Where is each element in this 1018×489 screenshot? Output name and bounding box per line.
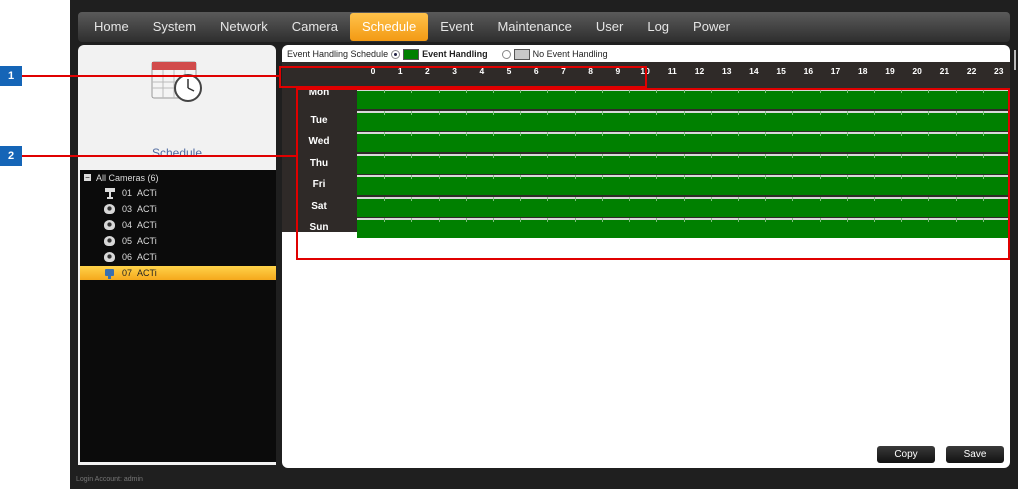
hour-label: 16 [803,66,814,76]
nav-network[interactable]: Network [208,13,280,41]
hour-label: 20 [912,66,922,76]
camera-number: 04 [122,220,133,230]
nav-system[interactable]: System [141,13,208,41]
tree-root[interactable]: − All Cameras (6) [80,171,276,185]
nav-schedule[interactable]: Schedule [349,13,429,41]
nav-camera[interactable]: Camera [280,13,350,41]
hour-label: 23 [994,66,1004,76]
bullet-camera-icon [105,188,115,199]
camera-item-01[interactable]: 01 ACTi [80,186,276,200]
nav-log[interactable]: Log [635,13,681,41]
hour-label: 18 [858,66,868,76]
no-event-handling-label: No Event Handling [532,49,608,59]
nav-user[interactable]: User [584,13,635,41]
nav-power[interactable]: Power [681,13,742,41]
camera-name: ACTi [137,204,157,214]
copy-button[interactable]: Copy [877,446,935,463]
top-nav: Home System Network Camera Schedule Event Main… [78,12,1010,42]
dome-camera-icon [104,220,115,230]
hour-label: 19 [885,66,895,76]
calendar-clock-icon [151,61,202,102]
login-status: Login Account: admin [76,476,143,483]
highlight-box-2 [296,88,1010,260]
highlight-box-1 [279,66,647,88]
camera-item-07[interactable]: 07 ACTi [80,266,276,280]
camera-number: 01 [122,188,133,198]
no-event-handling-swatch [513,48,530,60]
camera-item-05[interactable]: 05 ACTi [80,234,276,248]
hour-label: 15 [776,66,786,76]
no-event-handling-radio[interactable] [501,49,511,59]
hour-label: 12 [694,66,705,76]
hour-label: 11 [667,66,677,76]
nav-maintenance[interactable]: Maintenance [485,13,583,41]
event-handling-label: Event Handling [422,49,488,59]
camera-name: ACTi [137,268,157,278]
camera-number: 03 [122,204,133,214]
event-handling-swatch [403,48,420,60]
nav-event[interactable]: Event [428,13,485,41]
hour-label: 22 [966,66,977,76]
callout-badge-2: 2 [0,146,22,166]
callout-line-2 [22,155,296,157]
camera-number: 07 [122,268,133,278]
camera-item-04[interactable]: 04 ACTi [80,218,276,232]
collapse-icon[interactable]: − [84,174,91,182]
camera-tree: − All Cameras (6) 01 ACTi 03 ACTi 04 ACT… [80,170,276,462]
dome-camera-icon [104,204,115,214]
save-button[interactable]: Save [946,446,1004,463]
hour-label: 14 [749,66,759,76]
callout-badge-1: 1 [0,66,22,86]
camera-item-03[interactable]: 03 ACTi [80,202,276,216]
camera-item-06[interactable]: 06 ACTi [80,250,276,264]
schedule-legend: Event Handling Schedule Event Handling N… [287,48,608,60]
hour-label: 17 [830,66,841,76]
camera-name: ACTi [137,236,157,246]
hour-label: 21 [939,66,950,76]
dome-camera-icon [104,252,115,262]
event-handling-radio[interactable] [391,49,401,59]
hour-label: 13 [721,66,732,76]
dome-camera-icon [104,236,115,246]
nav-home[interactable]: Home [82,13,141,41]
camera-number: 05 [122,236,133,246]
camera-number: 06 [122,252,133,262]
tree-root-label: All Cameras (6) [96,173,159,183]
camera-name: ACTi [137,252,157,262]
panel-title: Schedule [151,146,203,160]
scroll-edge [1010,44,1018,84]
callout-line-1 [22,75,279,77]
camera-name: ACTi [137,188,157,198]
box-camera-icon [105,269,114,279]
camera-name: ACTi [137,220,157,230]
schedule-label: Event Handling Schedule [287,49,389,59]
